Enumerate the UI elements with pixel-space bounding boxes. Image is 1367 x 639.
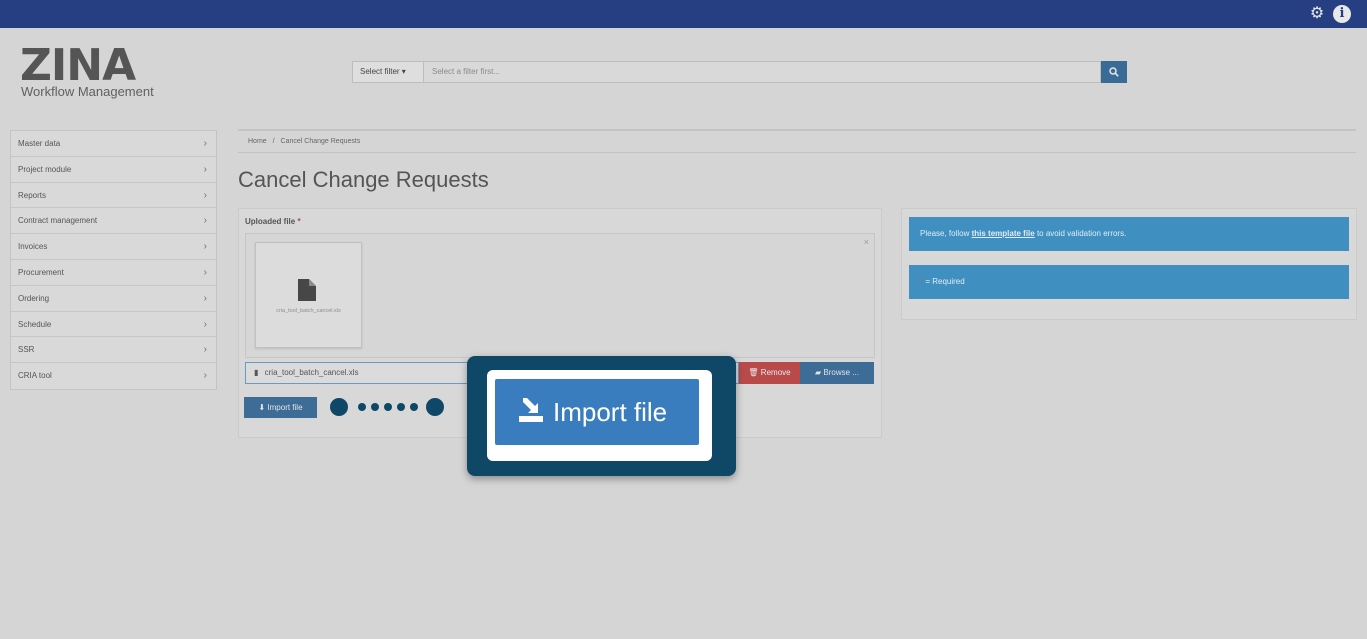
sidebar-item-ordering[interactable]: Ordering › <box>11 286 216 312</box>
search-icon <box>1109 67 1119 77</box>
uploaded-file-label-text: Uploaded file <box>245 217 296 226</box>
close-icon[interactable]: × <box>864 237 869 247</box>
template-note: Please, follow this template file to avo… <box>909 217 1349 251</box>
sidebar-item-procurement[interactable]: Procurement › <box>11 260 216 286</box>
connector-dot <box>410 403 418 411</box>
file-thumbnail: cria_tool_batch_cancel.xls <box>255 242 362 348</box>
search-bar: Select filter ▾ Select a filter first... <box>352 61 1127 83</box>
remove-button[interactable]: 🗑 Remove <box>739 362 800 384</box>
logo: ZINA <box>20 40 136 91</box>
search-input[interactable]: Select a filter first... <box>424 61 1101 83</box>
folder-icon: ▰ <box>815 368 822 377</box>
top-bar: ⚙ i <box>0 0 1367 28</box>
browse-button[interactable]: ▰ Browse ... <box>800 362 874 384</box>
chevron-right-icon: › <box>203 138 207 149</box>
sidebar-item-cria-tool[interactable]: CRIA tool › <box>11 363 216 389</box>
breadcrumb-home[interactable]: Home <box>248 138 267 145</box>
select-filter-button[interactable]: Select filter ▾ <box>352 61 424 83</box>
required-note-label: = Required <box>923 277 965 286</box>
callout-highlight: Import file <box>467 356 736 476</box>
sidebar-item-label: Procurement <box>18 267 64 277</box>
trash-icon: 🗑 <box>748 368 759 377</box>
page-title: Cancel Change Requests <box>238 167 489 192</box>
sidebar-item-label: Project module <box>18 164 72 174</box>
info-panel: Please, follow this template file to avo… <box>901 208 1357 320</box>
chevron-right-icon: › <box>203 344 207 356</box>
uploaded-file-label: Uploaded file * <box>245 217 301 226</box>
import-file-label: Import file <box>267 403 303 412</box>
connector-dot <box>397 403 405 411</box>
sidebar-item-contract-management[interactable]: Contract management › <box>11 208 216 235</box>
info-icon[interactable]: i <box>1333 5 1351 23</box>
chevron-right-icon: › <box>203 215 207 227</box>
required-star: * <box>297 217 301 226</box>
connector-dot <box>426 398 444 416</box>
breadcrumb-separator: / <box>272 138 275 145</box>
sidebar-item-label: Master data <box>18 139 61 148</box>
chevron-right-icon: › <box>203 370 207 382</box>
search-button[interactable] <box>1101 61 1127 83</box>
sidebar-item-ssr[interactable]: SSR › <box>11 337 216 364</box>
chevron-right-icon: › <box>203 266 207 278</box>
sidebar-item-schedule[interactable]: Schedule › <box>11 312 216 338</box>
breadcrumb: Home / Cancel Change Requests <box>238 129 1356 153</box>
connector-dot <box>384 403 392 411</box>
sidebar-item-label: Invoices <box>18 242 48 252</box>
callout-label: Import file <box>553 397 668 427</box>
import-file-button[interactable]: ⬇ Import file <box>244 397 317 418</box>
file-dropzone[interactable]: × cria_tool_batch_cancel.xls <box>245 233 875 358</box>
sidebar-item-invoices[interactable]: Invoices › <box>11 234 216 260</box>
callout-inner: Import file <box>487 370 712 461</box>
template-note-prefix: Please, follow <box>920 229 972 238</box>
sidebar-item-label: Contract management <box>18 216 98 226</box>
chevron-right-icon: › <box>203 163 207 175</box>
template-note-suffix: to avoid validation errors. <box>1034 229 1127 238</box>
remove-label: Remove <box>760 368 791 377</box>
sidebar-item-label: Ordering <box>18 293 50 303</box>
import-file-button-zoomed[interactable]: Import file <box>495 379 699 445</box>
import-icon: ⬇ <box>258 403 266 412</box>
browse-label: Browse ... <box>823 368 859 377</box>
chevron-right-icon: › <box>203 318 207 330</box>
import-icon <box>519 398 543 422</box>
sidebar-item-label: SSR <box>18 345 35 355</box>
sidebar: Master data › Project module › Reports › Co… <box>10 130 217 390</box>
sidebar-item-master-data[interactable]: Master data › <box>11 131 216 157</box>
sidebar-item-project-module[interactable]: Project module › <box>11 157 216 183</box>
file-small-icon: ▮ <box>254 368 259 377</box>
connector-dot <box>371 403 379 411</box>
gear-icon[interactable]: ⚙ <box>1308 5 1326 23</box>
connector-dot <box>330 398 348 416</box>
selected-file-name: cria_tool_batch_cancel.xls <box>264 368 359 377</box>
file-icon <box>298 279 316 301</box>
thumbnail-file-name: cria_tool_batch_cancel.xls <box>276 308 341 314</box>
required-note: * = Required <box>909 265 1349 299</box>
logo-subtitle: Workflow Management <box>21 84 154 99</box>
sidebar-item-label: Schedule <box>18 319 52 329</box>
callout-connector <box>330 396 446 418</box>
sidebar-item-label: Reports <box>18 190 47 200</box>
template-file-link[interactable]: this template file <box>972 229 1035 238</box>
chevron-right-icon: › <box>203 241 207 253</box>
sidebar-item-reports[interactable]: Reports › <box>11 183 216 209</box>
connector-dot <box>358 403 366 411</box>
chevron-right-icon: › <box>203 292 207 304</box>
chevron-right-icon: › <box>203 189 207 201</box>
sidebar-item-label: CRIA tool <box>18 371 52 381</box>
breadcrumb-current: Cancel Change Requests <box>280 138 361 145</box>
